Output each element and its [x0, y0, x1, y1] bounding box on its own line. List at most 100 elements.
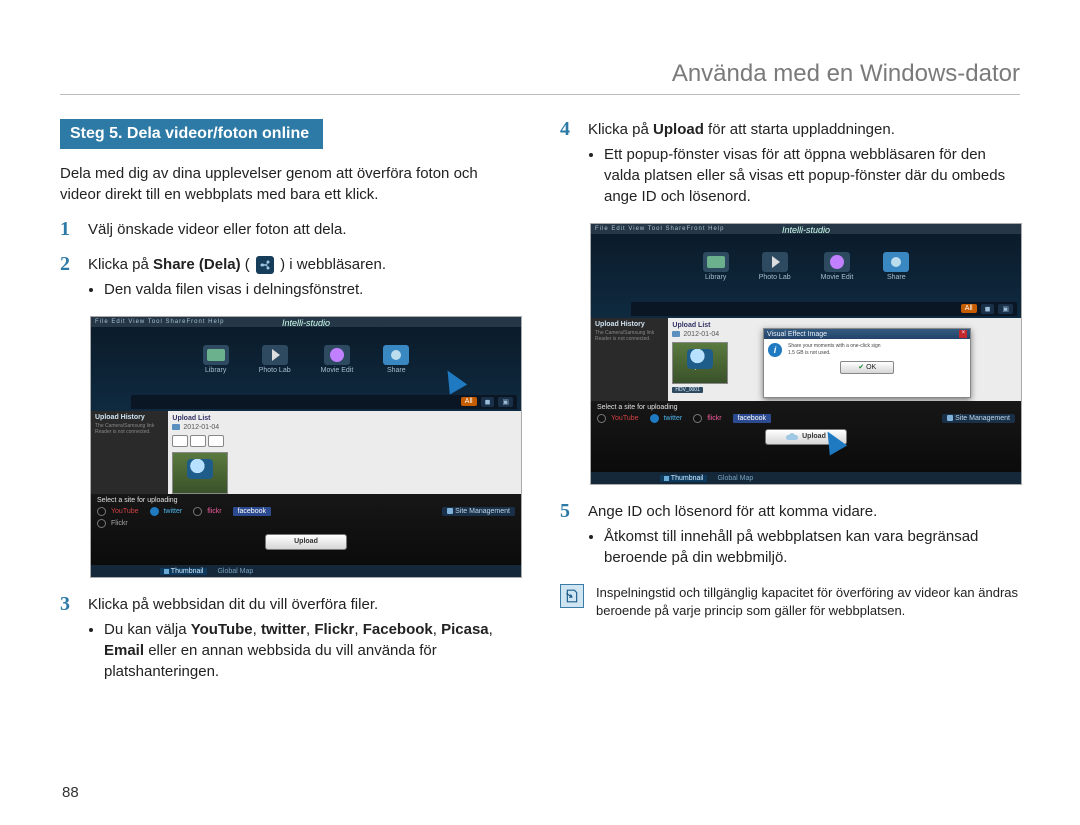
bullet-post: eller en annan webbsida du vill använda …	[104, 642, 437, 680]
mock-app-title: Intelli-studio	[282, 318, 330, 328]
photolab-icon	[762, 252, 788, 272]
step-text: Välj önskade videor eller foton att dela…	[88, 219, 520, 240]
upload-history-label: Upload History	[95, 414, 164, 421]
svc-facebook: facebook	[233, 507, 271, 516]
b-flickr: Flickr	[314, 621, 354, 638]
dialog-line2: 1.5 GB is not used.	[788, 350, 831, 356]
svc-twitter: twitter	[161, 508, 186, 515]
nav-share-icon	[383, 345, 409, 365]
nav-share: Share	[887, 274, 906, 281]
step-5: 5 Ange ID och lösenord för att komma vid…	[560, 501, 1020, 570]
upload-bold: Upload	[653, 121, 704, 138]
site-management-button: Site Management	[442, 507, 515, 516]
info-icon: i	[768, 343, 782, 357]
date-folder: 2012-01-04	[183, 424, 219, 431]
bullet-pre: Du kan välja	[104, 621, 191, 638]
step-number: 2	[60, 254, 76, 302]
b-picasa: Picasa	[441, 621, 489, 638]
svc-twitter: twitter	[661, 415, 686, 422]
step-number: 3	[60, 594, 76, 684]
nav-photolab: Photo Lab	[759, 274, 791, 281]
footer-global-map: Global Map	[217, 568, 253, 575]
step-text-pre: Klicka på	[88, 256, 153, 273]
screenshot-share-window: File Edit View Tool ShareFront Help Inte…	[90, 316, 522, 578]
close-icon: ×	[959, 330, 967, 338]
chip-all: All	[461, 397, 477, 406]
step-text: Klicka på webbsidan dit du vill överföra…	[88, 596, 378, 613]
chip-icon: ▣	[998, 304, 1013, 314]
step-text: Ange ID och lösenord för att komma vidar…	[588, 503, 877, 520]
step-text-post: för att starta uppladdningen.	[704, 121, 895, 138]
video-thumbnail	[172, 452, 228, 494]
note-text: Inspelningstid och tillgänglig kapacitet…	[596, 584, 1020, 620]
step-number: 4	[560, 119, 576, 209]
nav-library: Library	[705, 274, 726, 281]
note-box: Inspelningstid och tillgänglig kapacitet…	[560, 584, 1020, 620]
step-4: 4 Klicka på Upload för att starta upplad…	[560, 119, 1020, 209]
info-dialog: Visual Effect Image × i Share your moment…	[763, 328, 971, 398]
ok-button: OK	[840, 361, 894, 374]
step-2: 2 Klicka på Share (Dela) ( ) i webbläsar…	[60, 254, 520, 302]
share-icon	[256, 256, 274, 274]
step-number: 5	[560, 501, 576, 570]
footer-thumbnail: Thumbnail	[671, 475, 704, 482]
step-3: 3 Klicka på webbsidan dit du vill överfö…	[60, 594, 520, 684]
b-youtube: YouTube	[191, 621, 253, 638]
b-facebook: Facebook	[363, 621, 433, 638]
page-number: 88	[62, 784, 79, 801]
library-icon	[703, 252, 729, 272]
photolab-icon	[262, 345, 288, 365]
chip-icon: ◼	[481, 397, 495, 407]
note-icon	[560, 584, 584, 608]
nav-share-icon	[883, 252, 909, 272]
step-2-bullet: Den valda filen visas i delningsfönstret…	[104, 279, 520, 300]
upload-history-label: Upload History	[595, 321, 664, 328]
upload-list-label: Upload List	[172, 415, 517, 422]
share-bold: Share (Dela)	[153, 256, 241, 273]
b-twitter: twitter	[261, 621, 306, 638]
file-name-chip: HDV_0001	[672, 387, 702, 393]
svc-flickr-2: Flickr	[108, 520, 131, 527]
screenshot-upload-popup: File Edit View Tool ShareFront Help Inte…	[590, 223, 1022, 485]
movie-edit-icon	[824, 252, 850, 272]
svc-flickr: flickr	[204, 508, 224, 515]
library-icon	[203, 345, 229, 365]
date-folder: 2012-01-04	[683, 331, 719, 338]
nav-movie-edit: Movie Edit	[321, 367, 354, 374]
upload-button: Upload	[265, 534, 347, 550]
b-email: Email	[104, 642, 144, 659]
step-text-post: ) i webbläsaren.	[280, 256, 386, 273]
nav-share: Share	[387, 367, 406, 374]
chip-all: All	[961, 304, 977, 313]
page-title: Använda med en Windows-dator	[60, 60, 1020, 95]
dialog-title: Visual Effect Image	[767, 330, 827, 339]
step-4-bullet: Ett popup-fönster visas för att öppna we…	[604, 144, 1020, 207]
movie-edit-icon	[324, 345, 350, 365]
step-1: 1 Välj önskade videor eller foton att de…	[60, 219, 520, 240]
chip-icon: ▣	[498, 397, 513, 407]
video-thumbnail	[672, 342, 728, 384]
dialog-line1: Share your moments with a one-click sign	[788, 343, 881, 349]
nav-library: Library	[205, 367, 226, 374]
cloud-icon	[786, 433, 798, 441]
step-number: 1	[60, 219, 76, 240]
footer-global-map: Global Map	[717, 475, 753, 482]
side-body-text: The Camera/Samsung link Reader is not co…	[95, 423, 164, 436]
svc-facebook: facebook	[733, 414, 771, 423]
svc-youtube: YouTube	[608, 415, 642, 422]
step-5-label: Steg 5. Dela videor/foton online	[60, 119, 323, 149]
step-text-mid: (	[245, 256, 250, 273]
intro-text: Dela med dig av dina upplevelser genom a…	[60, 163, 520, 205]
nav-photolab: Photo Lab	[259, 367, 291, 374]
nav-movie-edit: Movie Edit	[821, 274, 854, 281]
step-5-bullet: Åtkomst till innehåll på webbplatsen kan…	[604, 526, 1020, 568]
mock-app-title: Intelli-studio	[782, 225, 830, 235]
svc-youtube: YouTube	[108, 508, 142, 515]
side-body-text: The Camera/Samsung link Reader is not co…	[595, 330, 664, 343]
footer-thumbnail: Thumbnail	[171, 568, 204, 575]
select-site-label: Select a site for uploading	[97, 497, 515, 504]
select-site-label: Select a site for uploading	[597, 404, 1015, 411]
chip-icon: ◼	[981, 304, 995, 314]
play-overlay-icon	[695, 356, 705, 370]
step-text-pre: Klicka på	[588, 121, 653, 138]
